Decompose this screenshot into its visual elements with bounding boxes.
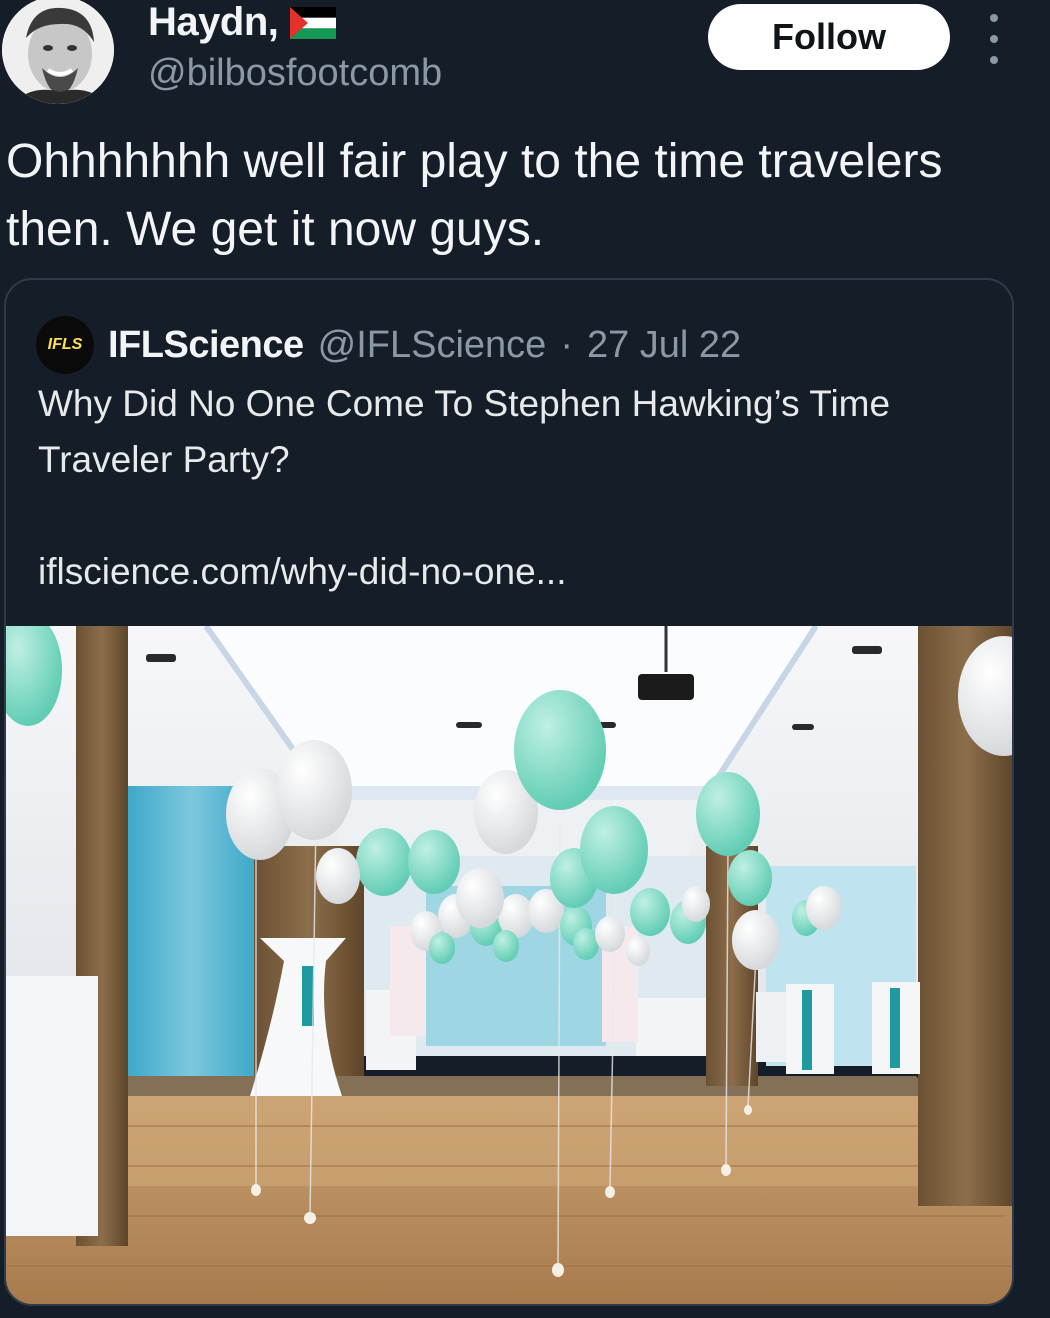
quoted-tweet-title: Why Did No One Come To Stephen Hawking’s… <box>38 383 891 480</box>
palestine-flag-icon <box>290 6 337 39</box>
tweet-text: Ohhhhhhh well fair play to the time trav… <box>6 135 943 256</box>
author-name-row: Haydn, <box>148 0 337 45</box>
quoted-author-name[interactable]: IFLScience <box>108 324 304 367</box>
quoted-tweet-date[interactable]: 27 Jul 22 <box>587 324 741 367</box>
more-vertical-icon[interactable] <box>982 14 1006 64</box>
author-display-name[interactable]: Haydn, <box>148 0 279 45</box>
separator-dot: · <box>560 323 573 366</box>
quoted-tweet-link[interactable]: iflscience.com/why-did-no-one... <box>38 544 978 600</box>
quoted-tweet-card[interactable]: IFLS IFLScience @IFLScience · 27 Jul 22 … <box>4 278 1014 1306</box>
follow-button[interactable]: Follow <box>708 4 950 70</box>
quoted-author-avatar[interactable]: IFLS <box>36 316 94 374</box>
author-handle[interactable]: @bilbosfootcomb <box>148 52 442 95</box>
quoted-tweet-text: Why Did No One Come To Stephen Hawking’s… <box>38 376 978 600</box>
quoted-author-handle[interactable]: @IFLScience <box>318 324 547 367</box>
quoted-author-avatar-text: IFLS <box>47 336 83 353</box>
party-room-photo[interactable] <box>6 626 1014 1306</box>
quoted-tweet-header: IFLS IFLScience @IFLScience · 27 Jul 22 <box>36 316 741 374</box>
author-avatar[interactable] <box>2 0 114 104</box>
